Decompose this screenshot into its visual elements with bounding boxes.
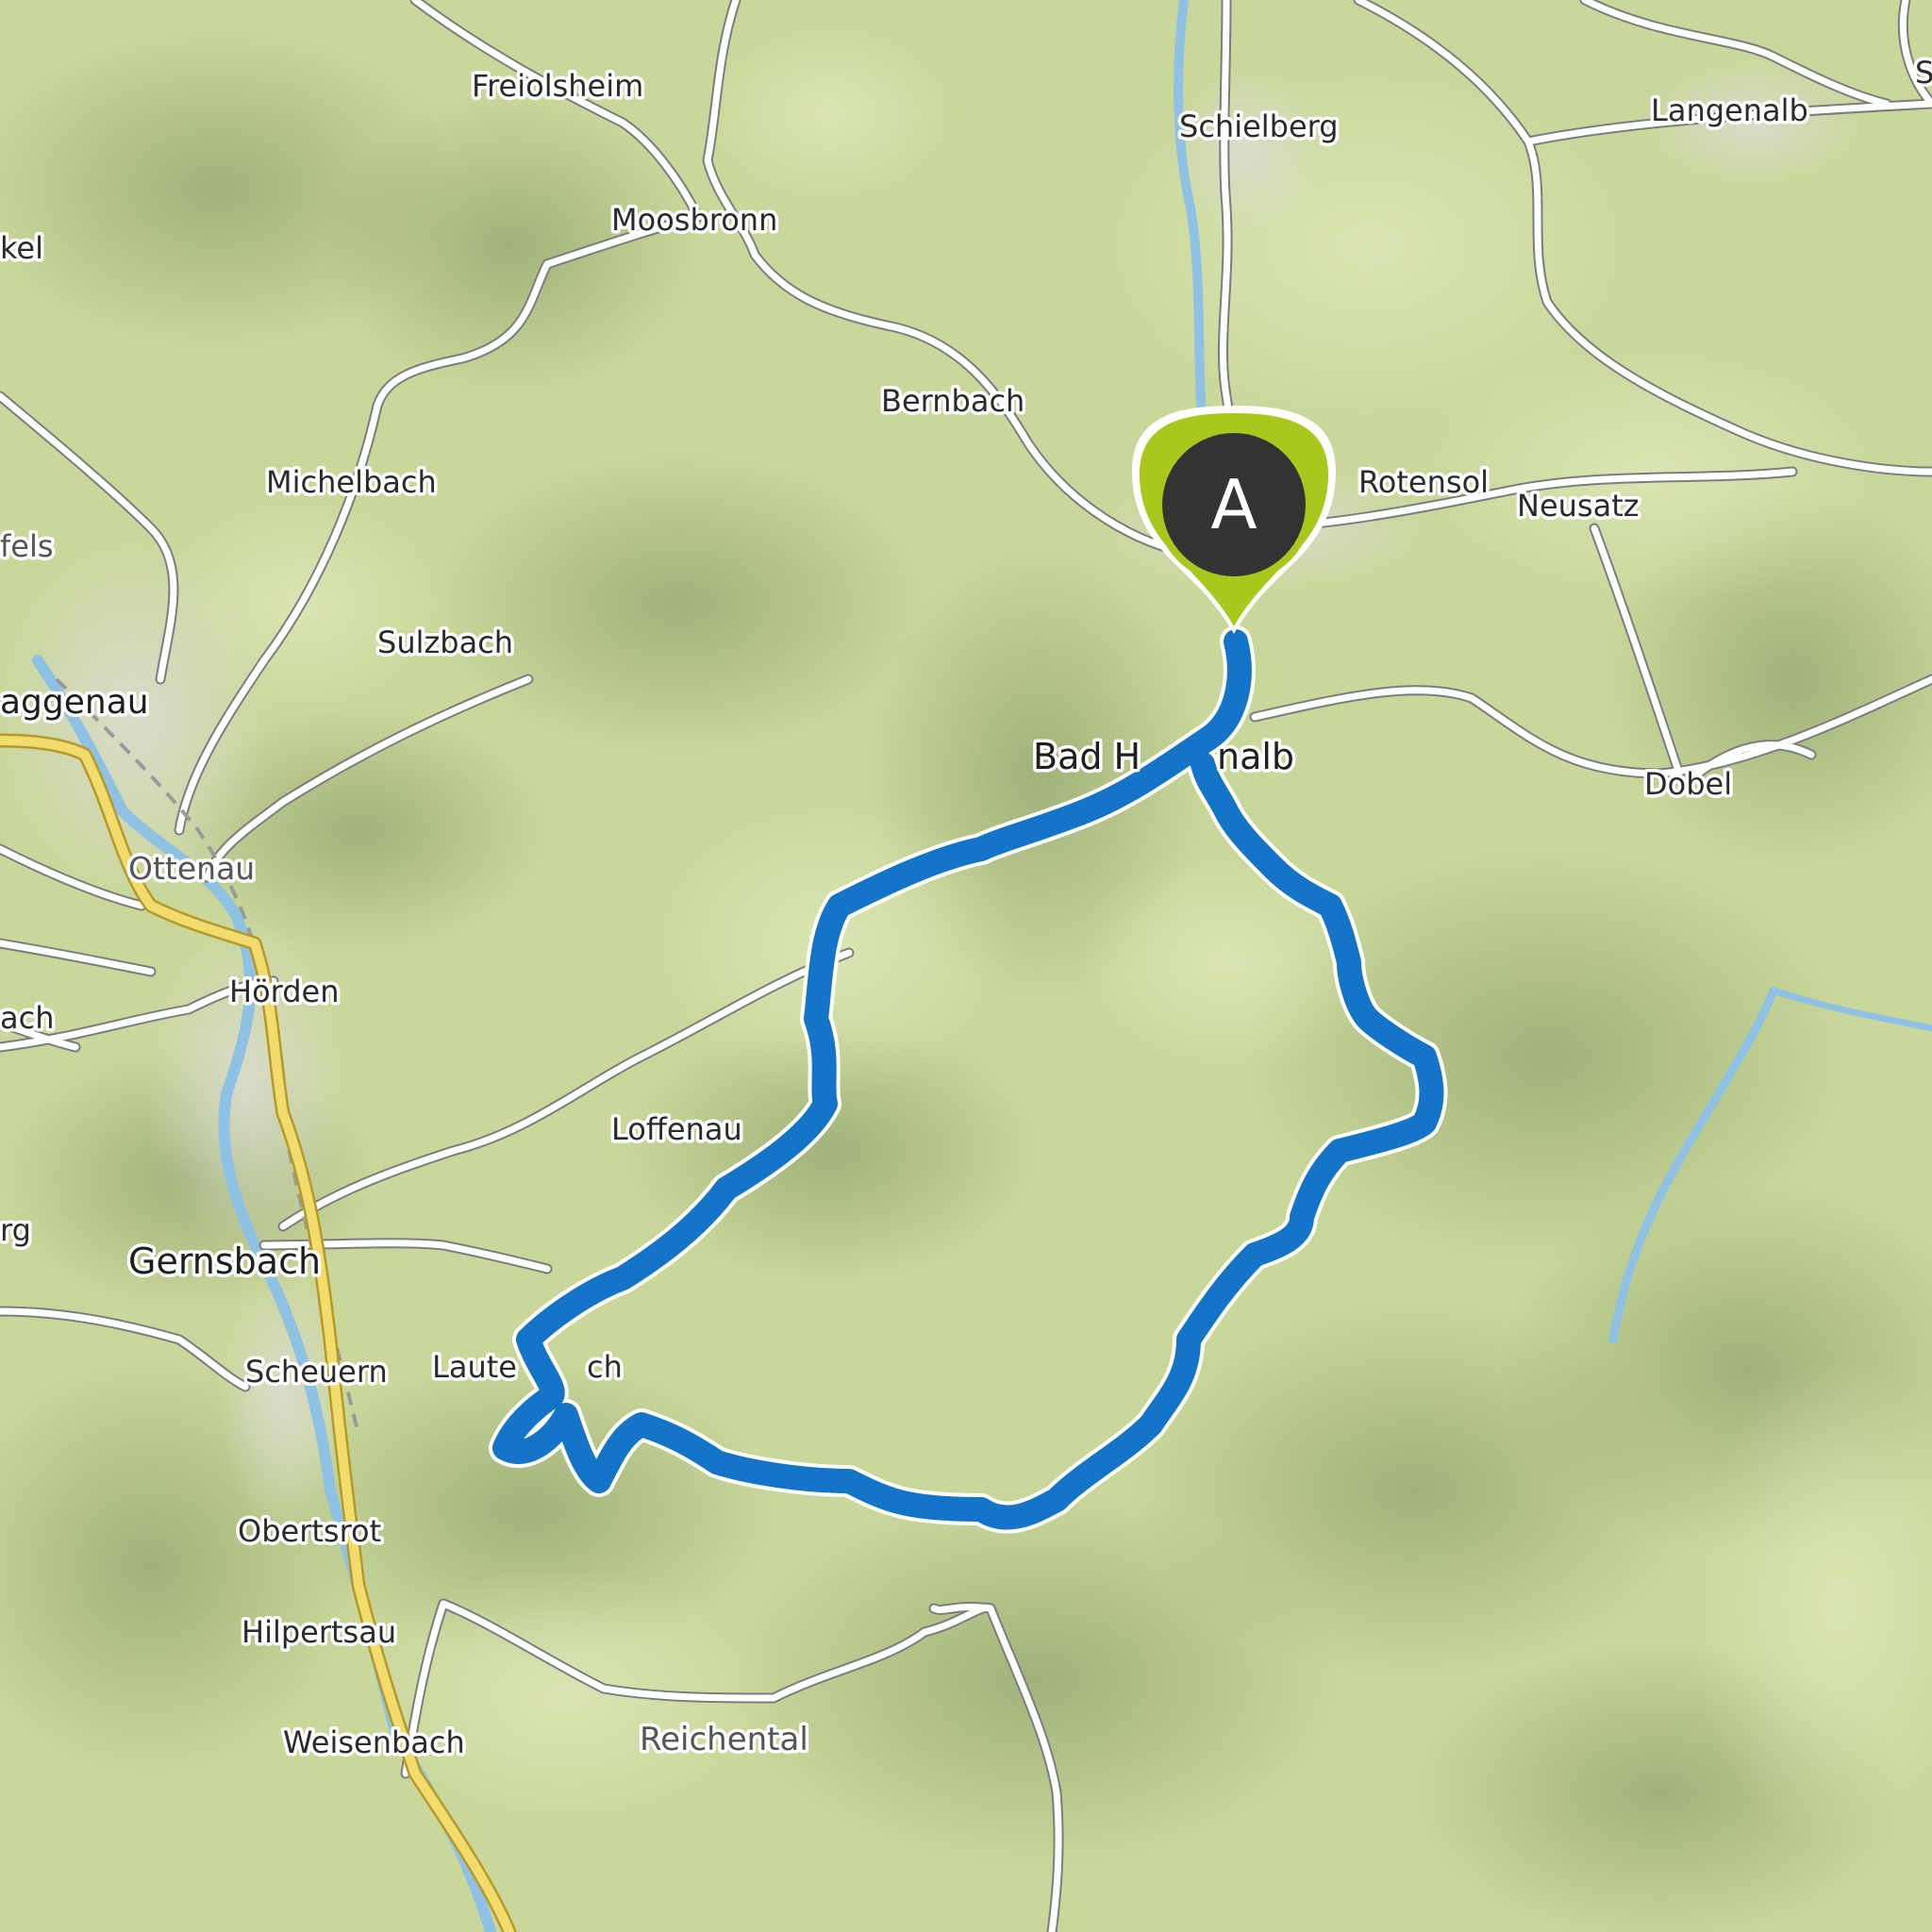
label-michelbach[interactable]: Michelbach — [263, 461, 441, 504]
label-neusatz[interactable]: Neusatz — [1514, 485, 1643, 527]
label-loffenau[interactable]: Loffenau — [608, 1108, 746, 1151]
label-hilpertsau[interactable]: Hilpertsau — [239, 1611, 400, 1654]
label-s-partial[interactable]: S — [1912, 52, 1932, 94]
label-bad-herrenalb[interactable]: Bad H — [1030, 733, 1144, 781]
map-canvas[interactable]: Freiolsheim Schielberg Langenalb S Moosb… — [0, 0, 1932, 1932]
map-view[interactable]: Freiolsheim Schielberg Langenalb S Moosb… — [0, 0, 1932, 1932]
label-gaggenau[interactable]: aggenau — [0, 680, 152, 725]
label-kel[interactable]: kel — [0, 227, 46, 270]
label-hoerden[interactable]: Hörden — [226, 971, 343, 1013]
label-rotensol[interactable]: Rotensol — [1356, 461, 1492, 504]
label-bach[interactable]: ach — [0, 997, 58, 1040]
label-ottenau[interactable]: Ottenau — [125, 847, 258, 891]
label-langenalb[interactable]: Langenalb — [1648, 90, 1812, 132]
label-schielberg[interactable]: Schielberg — [1176, 106, 1342, 148]
marker-label: A — [1210, 465, 1257, 544]
label-reichental[interactable]: Reichental — [637, 1718, 812, 1762]
label-obertsrot[interactable]: Obertsrot — [235, 1510, 385, 1553]
label-bernbach[interactable]: Bernbach — [878, 380, 1028, 423]
label-rg[interactable]: rg — [0, 1209, 34, 1252]
label-lautenbach[interactable]: Laute — [429, 1346, 521, 1389]
label-dobel[interactable]: Dobel — [1641, 763, 1736, 806]
label-lautenbach-end[interactable]: ch — [584, 1346, 626, 1389]
label-moosbronn[interactable]: Moosbronn — [608, 199, 781, 242]
label-fels[interactable]: fels — [0, 525, 57, 568]
label-freiolsheim[interactable]: Freiolsheim — [469, 65, 647, 108]
label-weisenbach[interactable]: Weisenbach — [280, 1722, 469, 1764]
label-bad-herrenalb-end[interactable]: nalb — [1214, 733, 1298, 781]
label-sulzbach[interactable]: Sulzbach — [375, 622, 517, 664]
label-gernsbach[interactable]: Gernsbach — [125, 1238, 325, 1286]
label-scheuern[interactable]: Scheuern — [242, 1351, 391, 1393]
